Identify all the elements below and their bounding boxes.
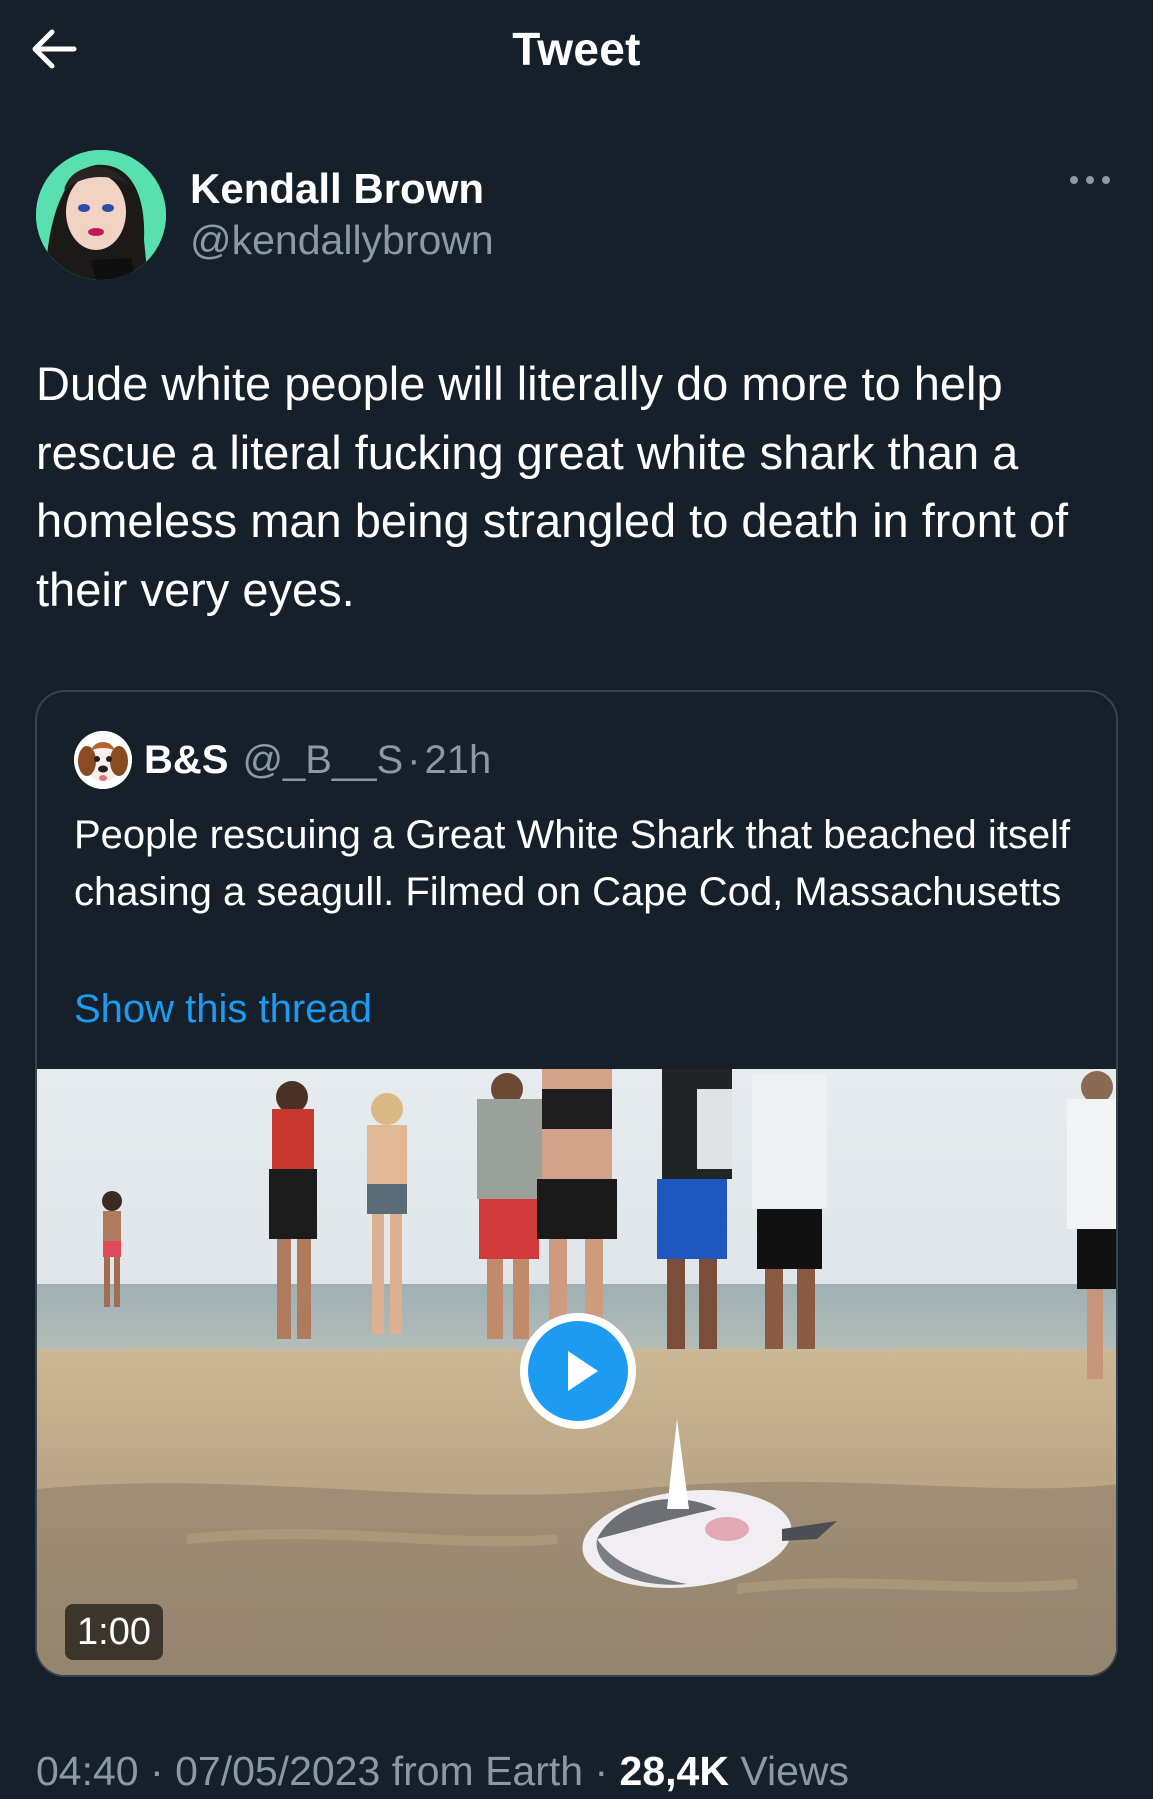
quoted-tweet-header: B&S @_B__S · 21h <box>74 730 491 790</box>
dot-separator: · <box>150 1748 164 1794</box>
show-thread-link[interactable]: Show this thread <box>74 987 372 1032</box>
tweet-source: from Earth <box>391 1748 584 1794</box>
dot-separator: · <box>407 737 421 782</box>
video-duration-badge: 1:00 <box>65 1604 163 1660</box>
author-handle[interactable]: @kendallybrown <box>190 217 494 264</box>
tweet-author: Kendall Brown @kendallybrown <box>0 145 1153 285</box>
quoted-tweet-text: People rescuing a Great White Shark that… <box>74 813 1071 914</box>
quoted-tweet[interactable]: B&S @_B__S · 21h People rescuing a Great… <box>35 690 1118 1677</box>
quoted-timestamp[interactable]: 21h <box>424 738 491 783</box>
views-count[interactable]: 28,4K <box>620 1748 729 1794</box>
video-thumbnail[interactable]: 1:00 <box>37 1069 1116 1675</box>
tweet-time[interactable]: 04:40 <box>36 1748 139 1794</box>
tweet-date[interactable]: 07/05/2023 <box>175 1748 380 1794</box>
more-horizontal-icon <box>1070 176 1110 184</box>
top-bar: Tweet <box>0 0 1153 100</box>
quoted-author-name[interactable]: B&S <box>144 738 228 783</box>
author-name[interactable]: Kendall Brown <box>190 165 484 213</box>
quoted-avatar[interactable] <box>74 731 132 789</box>
views-label: Views <box>740 1748 850 1794</box>
tweet-meta-footer: 04:40 · 07/05/2023 from Earth · 28,4K Vi… <box>36 1748 849 1795</box>
play-button[interactable] <box>520 1313 636 1429</box>
page-title: Tweet <box>512 23 641 75</box>
dot-separator: · <box>594 1748 609 1794</box>
quoted-author-handle[interactable]: @_B__S <box>242 738 403 783</box>
play-icon <box>568 1351 598 1391</box>
avatar[interactable] <box>36 150 166 280</box>
tweet-text: Dude white people will literally do more… <box>36 357 1069 616</box>
more-options-button[interactable] <box>1065 168 1115 192</box>
